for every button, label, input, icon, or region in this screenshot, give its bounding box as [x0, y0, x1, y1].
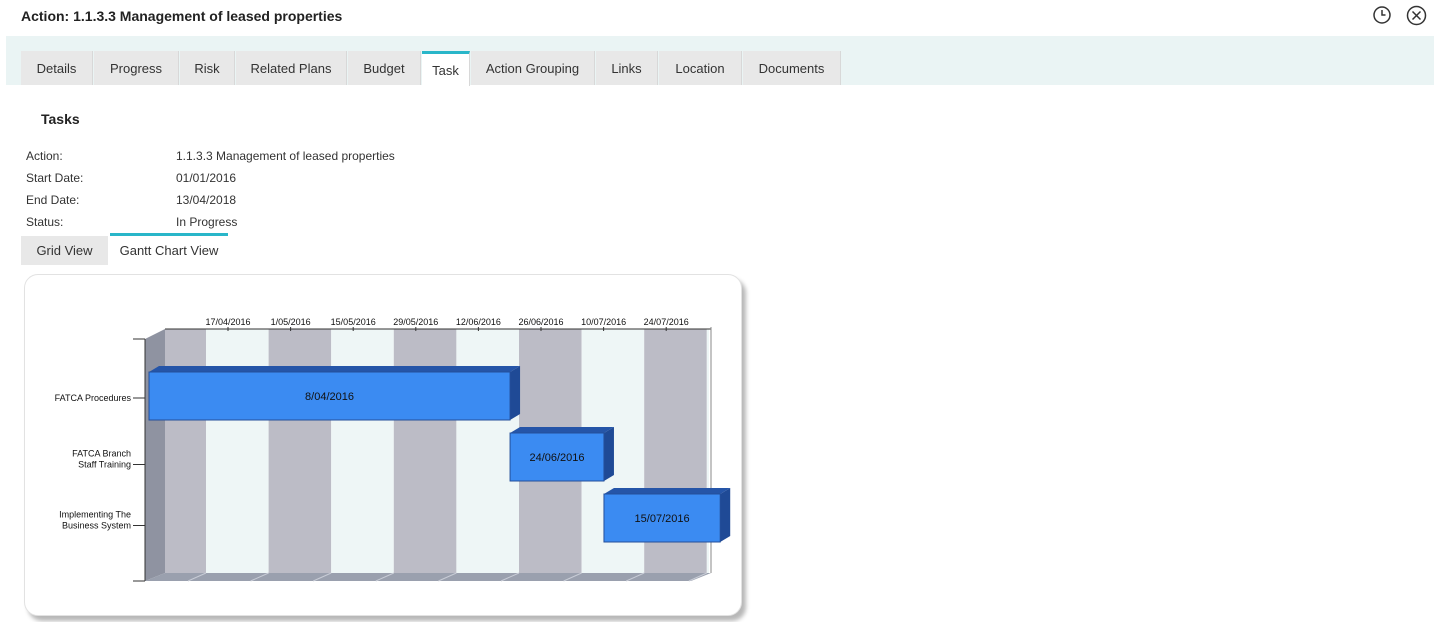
x-tick-label: 17/04/2016 — [205, 317, 250, 327]
tab-details[interactable]: Details — [21, 51, 93, 85]
task-bar-top — [603, 488, 731, 494]
task-bar-side — [720, 488, 731, 542]
tab-documents[interactable]: Documents — [743, 51, 841, 85]
task-bar-side — [603, 427, 614, 481]
start-date-label: Start Date: — [26, 171, 84, 185]
gantt-chart-card: 17/04/2016 1/05/2016 15/05/2016 29/05/2016 1… — [24, 274, 742, 616]
chart-stripe — [165, 329, 206, 573]
action-value: 1.1.3.3 Management of leased properties — [176, 149, 395, 163]
x-tick-label: 1/05/2016 — [271, 317, 311, 327]
chart-stripe — [206, 329, 269, 573]
tab-bar: Details Progress Risk Related Plans Budg… — [6, 36, 1434, 86]
tab-task[interactable]: Task — [422, 51, 470, 86]
task-bar-top — [149, 366, 521, 372]
task-name-label: Staff Training — [78, 460, 131, 470]
dialog-header: Action: 1.1.3.3 Management of leased pro… — [0, 0, 1439, 36]
tab-location[interactable]: Location — [659, 51, 742, 85]
tab-links[interactable]: Links — [596, 51, 658, 85]
tab-progress[interactable]: Progress — [94, 51, 179, 85]
section-title: Tasks — [41, 111, 80, 127]
task-name-label: Implementing The — [59, 510, 131, 520]
status-label: Status: — [26, 215, 64, 229]
task-bar-label: 15/07/2016 — [635, 513, 690, 525]
tab-budget[interactable]: Budget — [348, 51, 421, 85]
page-title: Action: 1.1.3.3 Management of leased pro… — [21, 8, 343, 24]
x-tick-label: 15/05/2016 — [331, 317, 376, 327]
task-bar-label: 24/06/2016 — [529, 452, 584, 464]
gantt-chart-view-tab[interactable]: Gantt Chart View — [110, 233, 228, 265]
start-date-value: 01/01/2016 — [176, 171, 237, 185]
x-tick-label: 10/07/2016 — [581, 317, 626, 327]
tab-risk[interactable]: Risk — [180, 51, 235, 85]
end-date-value: 13/04/2018 — [176, 193, 237, 207]
task-name-label: Business System — [62, 521, 131, 531]
x-tick-label: 29/05/2016 — [393, 317, 438, 327]
status-value: In Progress — [176, 215, 238, 229]
x-tick-label: 26/06/2016 — [518, 317, 563, 327]
x-tick-label: 24/07/2016 — [644, 317, 689, 327]
history-icon[interactable] — [1372, 5, 1392, 25]
chart-stripe — [331, 329, 394, 573]
chart-stripe — [393, 329, 457, 573]
task-bar-side — [510, 366, 521, 420]
x-tick-label: 12/06/2016 — [456, 317, 501, 327]
close-icon[interactable] — [1406, 5, 1427, 26]
chart-stripe — [268, 329, 332, 573]
task-bar-top — [510, 427, 614, 433]
chart-floor — [145, 573, 711, 581]
end-date-label: End Date: — [26, 193, 80, 207]
task-name-label: FATCA Branch — [72, 449, 131, 459]
tab-related-plans[interactable]: Related Plans — [236, 51, 347, 85]
gantt-chart: 17/04/2016 1/05/2016 15/05/2016 29/05/2016 1… — [55, 317, 731, 582]
grid-view-tab[interactable]: Grid View — [21, 236, 108, 265]
task-name-label: FATCA Procedures — [55, 393, 132, 403]
action-label: Action: — [26, 149, 63, 163]
task-bar-label: 8/04/2016 — [305, 391, 354, 403]
tab-action-grouping[interactable]: Action Grouping — [471, 51, 595, 85]
